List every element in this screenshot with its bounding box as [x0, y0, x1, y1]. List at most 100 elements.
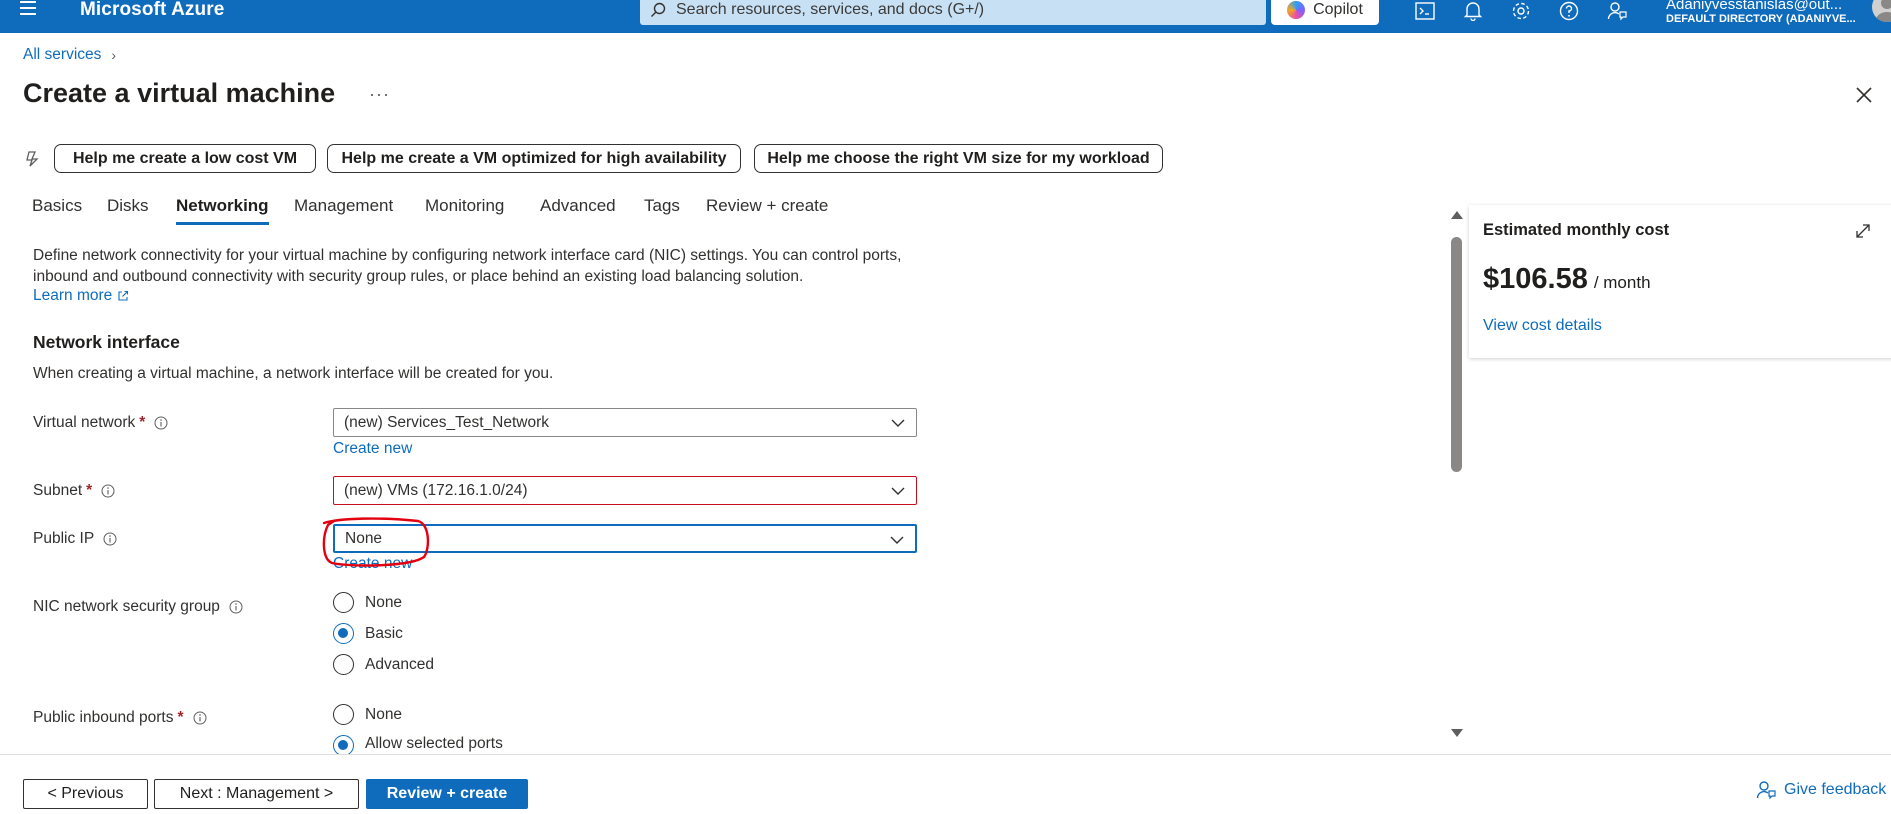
- cost-amount: $106.58 / month: [1483, 263, 1651, 296]
- azure-top-bar: Microsoft Azure Copilot Adaniyvesstanisl…: [0, 0, 1891, 33]
- tab-networking[interactable]: Networking: [176, 196, 269, 225]
- next-management-button[interactable]: Next : Management >: [154, 779, 359, 809]
- radio-label: Advanced: [365, 655, 434, 673]
- tab-disks[interactable]: Disks: [107, 196, 149, 222]
- networking-description: Define network connectivity for your vir…: [33, 247, 902, 285]
- info-icon[interactable]: [193, 711, 207, 725]
- info-icon[interactable]: [229, 600, 243, 614]
- nic-nsg-label: NIC network security group: [33, 598, 243, 616]
- page-title: Create a virtual machine: [23, 78, 336, 108]
- tab-management[interactable]: Management: [294, 196, 393, 222]
- virtual-network-label-text: Virtual network: [33, 414, 136, 431]
- learn-more-link[interactable]: Learn more: [33, 287, 129, 305]
- close-icon[interactable]: [1854, 85, 1874, 105]
- previous-button[interactable]: < Previous: [23, 779, 148, 809]
- view-cost-details-link[interactable]: View cost details: [1483, 317, 1602, 335]
- network-interface-heading: Network interface: [33, 332, 180, 352]
- info-icon[interactable]: [103, 532, 117, 546]
- chevron-down-icon: [891, 487, 905, 495]
- copilot-icon: [1287, 0, 1306, 19]
- nic-nsg-radio-advanced[interactable]: Advanced: [333, 654, 434, 675]
- scroll-down-arrow-icon[interactable]: [1450, 727, 1464, 739]
- cost-value: $106.58: [1483, 263, 1588, 295]
- give-feedback-link[interactable]: Give feedback: [1756, 780, 1886, 800]
- expand-icon[interactable]: [1855, 223, 1871, 239]
- chevron-down-icon: [890, 536, 904, 544]
- virtual-network-label: Virtual network *: [33, 414, 168, 432]
- public-inbound-ports-label: Public inbound ports *: [33, 709, 207, 727]
- account-directory: DEFAULT DIRECTORY (ADANIYVE...: [1666, 13, 1856, 25]
- review-create-button[interactable]: Review + create: [366, 779, 528, 809]
- notifications-icon[interactable]: [1460, 0, 1486, 22]
- cost-period: / month: [1593, 273, 1651, 292]
- brand-title[interactable]: Microsoft Azure: [80, 0, 224, 21]
- required-asterisk: *: [139, 414, 146, 431]
- scroll-up-arrow-icon[interactable]: [1450, 209, 1464, 221]
- inbound-ports-radio-none[interactable]: None: [333, 704, 402, 725]
- account-menu[interactable]: Adaniyvesstanislas@out... DEFAULT DIRECT…: [1666, 0, 1866, 25]
- chevron-right-icon: ›: [111, 47, 117, 63]
- copilot-suggestion-icon: [23, 150, 41, 168]
- breadcrumb: All services ›: [23, 46, 116, 64]
- tab-monitoring[interactable]: Monitoring: [425, 196, 504, 222]
- breadcrumb-all-services[interactable]: All services: [23, 46, 101, 64]
- inbound-ports-radio-allow-selected[interactable]: Allow selected ports: [333, 735, 503, 754]
- nic-nsg-radio-basic[interactable]: Basic: [333, 623, 403, 644]
- required-asterisk: *: [86, 482, 93, 499]
- tab-review-create[interactable]: Review + create: [706, 196, 828, 222]
- global-search[interactable]: [640, 0, 1266, 25]
- radio-label: None: [365, 705, 403, 723]
- radio-circle: [333, 704, 354, 725]
- nic-nsg-label-text: NIC network security group: [33, 598, 220, 615]
- suggestion-low-cost-vm[interactable]: Help me create a low cost VM: [54, 144, 316, 173]
- network-interface-subtext: When creating a virtual machine, a netwo…: [33, 365, 554, 382]
- public-ip-dropdown[interactable]: None: [333, 524, 917, 553]
- chevron-down-icon: [891, 419, 905, 427]
- suggestion-right-vm-size[interactable]: Help me choose the right VM size for my …: [754, 144, 1163, 173]
- public-ip-value: None: [345, 529, 383, 547]
- menu-icon[interactable]: [16, 0, 40, 20]
- virtual-network-dropdown[interactable]: (new) Services_Test_Network: [333, 408, 917, 437]
- radio-label: Allow selected ports: [365, 735, 503, 752]
- avatar[interactable]: [1872, 0, 1891, 22]
- search-icon: [651, 2, 666, 17]
- nic-nsg-radio-none[interactable]: None: [333, 592, 402, 613]
- cloud-shell-icon[interactable]: [1412, 0, 1438, 22]
- copilot-button[interactable]: Copilot: [1271, 0, 1379, 25]
- virtual-network-create-new-link[interactable]: Create new: [333, 440, 412, 458]
- radio-label: Basic: [365, 624, 403, 642]
- suggestion-high-availability-vm[interactable]: Help me create a VM optimized for high a…: [327, 144, 741, 173]
- subnet-value: (new) VMs (172.16.1.0/24): [344, 481, 528, 499]
- cost-card-title: Estimated monthly cost: [1483, 221, 1670, 239]
- tab-advanced[interactable]: Advanced: [540, 196, 616, 222]
- public-ip-label-text: Public IP: [33, 530, 95, 547]
- info-icon[interactable]: [154, 416, 168, 430]
- help-icon[interactable]: [1556, 0, 1582, 22]
- scrollbar-thumb[interactable]: [1451, 237, 1462, 472]
- subnet-label-text: Subnet: [33, 482, 83, 499]
- external-link-icon: [118, 290, 129, 301]
- subnet-dropdown[interactable]: (new) VMs (172.16.1.0/24): [333, 476, 917, 505]
- radio-circle: [333, 623, 354, 644]
- public-ip-create-new-link[interactable]: Create new: [333, 555, 412, 573]
- radio-label: None: [365, 593, 403, 611]
- search-input[interactable]: [676, 0, 1236, 19]
- public-ip-label: Public IP: [33, 530, 117, 548]
- radio-circle: [333, 654, 354, 675]
- radio-circle: [333, 735, 354, 754]
- give-feedback-label: Give feedback: [1784, 781, 1887, 798]
- virtual-network-value: (new) Services_Test_Network: [344, 413, 550, 431]
- feedback-person-icon[interactable]: [1604, 0, 1630, 22]
- footer-divider: [0, 754, 1891, 755]
- required-asterisk: *: [177, 709, 184, 726]
- copilot-label: Copilot: [1313, 0, 1363, 18]
- more-options-icon[interactable]: ···: [369, 84, 390, 105]
- tab-tags[interactable]: Tags: [644, 196, 680, 222]
- account-email: Adaniyvesstanislas@out...: [1666, 0, 1843, 13]
- estimated-cost-card: Estimated monthly cost $106.58 / month V…: [1469, 205, 1891, 358]
- tab-basics[interactable]: Basics: [32, 196, 82, 222]
- info-icon[interactable]: [101, 484, 115, 498]
- subnet-label: Subnet *: [33, 482, 115, 500]
- settings-icon[interactable]: [1508, 0, 1534, 22]
- feedback-icon: [1756, 781, 1776, 800]
